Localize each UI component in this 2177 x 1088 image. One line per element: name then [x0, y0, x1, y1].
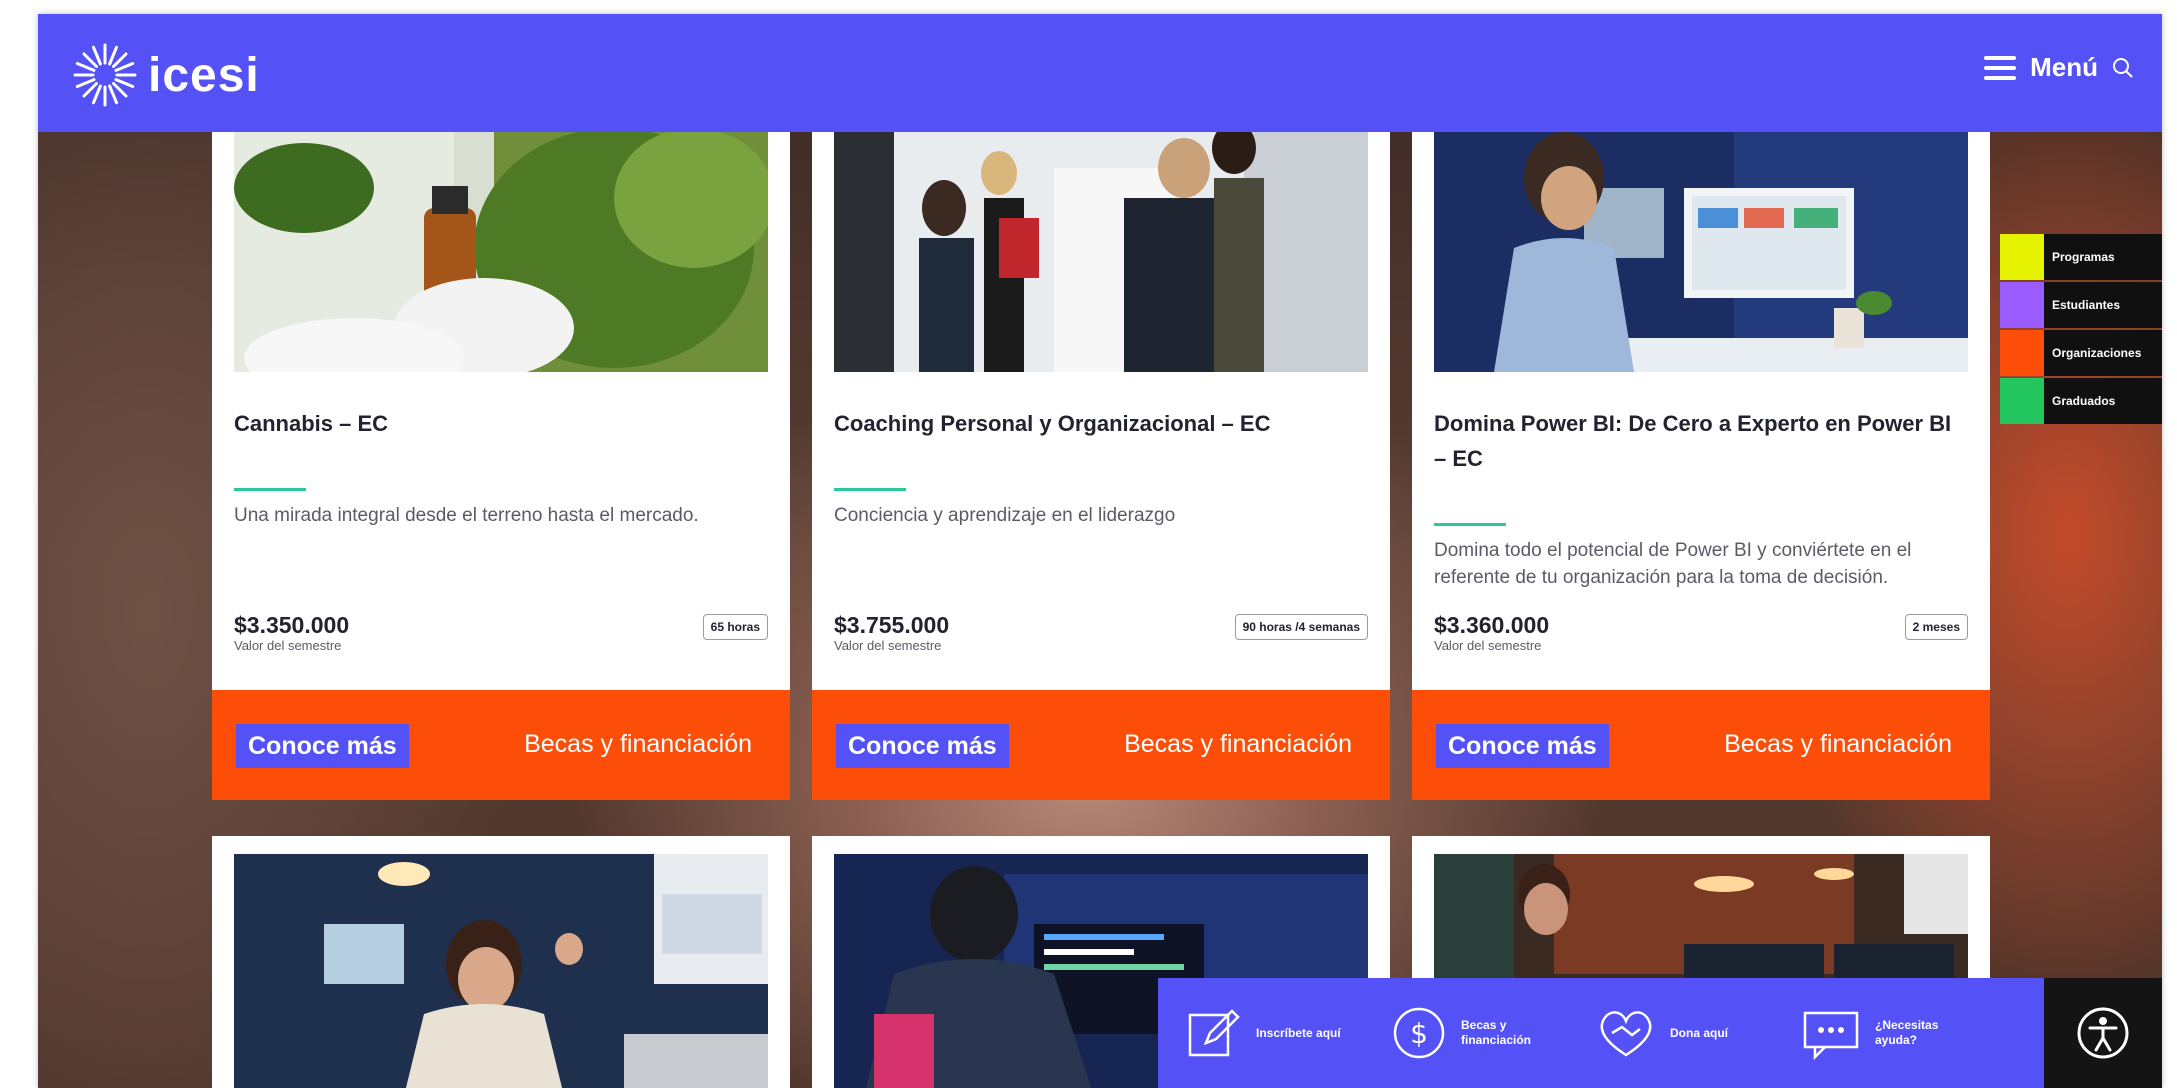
- bottom-bar-label: Dona aquí: [1670, 1025, 1729, 1040]
- logo-text: icesi: [148, 48, 260, 102]
- card-footer: Conoce más Becas y financiación: [212, 690, 790, 800]
- site-header: icesi Menú: [38, 14, 2162, 132]
- card-footer: Conoce más Becas y financiación: [1412, 690, 1990, 800]
- duration-badge: 90 horas /4 semanas: [1234, 614, 1368, 640]
- price-label: Valor del semestre: [834, 638, 942, 653]
- course-image-celebration: [234, 854, 768, 1088]
- title-divider: [834, 488, 906, 491]
- inscribete-button[interactable]: Inscríbete aquí: [1158, 1005, 1363, 1061]
- becas-link[interactable]: Becas y financiación: [1724, 730, 1952, 759]
- course-price: $3.360.000: [1434, 612, 1550, 638]
- course-title: Cannabis – EC: [234, 411, 389, 436]
- sunburst-logo-icon: [73, 43, 137, 107]
- tab-swatch: [2000, 378, 2044, 424]
- side-tab-estudiantes[interactable]: Estudiantes: [2000, 282, 2162, 328]
- bottom-bar-label: Inscríbete aquí: [1256, 1025, 1341, 1040]
- card-footer: Conoce más Becas y financiación: [812, 690, 1390, 800]
- course-image-powerbi: [1434, 128, 1968, 372]
- dollar-icon: $: [1393, 1007, 1445, 1059]
- menu-label[interactable]: Menú: [2030, 52, 2098, 83]
- course-price: $3.755.000: [834, 612, 950, 638]
- side-tab-label: Organizaciones: [2044, 330, 2162, 376]
- course-description: Conciencia y aprendizaje en el liderazgo: [834, 505, 1176, 526]
- course-description: Una mirada integral desde el terreno has…: [234, 505, 699, 526]
- price-label: Valor del semestre: [234, 638, 342, 653]
- side-tab-graduados[interactable]: Graduados: [2000, 378, 2162, 424]
- accessibility-button[interactable]: [2044, 978, 2162, 1088]
- ayuda-button[interactable]: ¿Necesitas ayuda?: [1773, 1005, 1978, 1061]
- edit-icon: [1188, 1009, 1240, 1057]
- svg-text:$: $: [1410, 1017, 1428, 1050]
- tab-swatch: [2000, 330, 2044, 376]
- chat-icon: [1803, 1011, 1859, 1061]
- side-tab-label: Programas: [2044, 234, 2162, 280]
- hamburger-icon[interactable]: [1984, 55, 2017, 80]
- logo[interactable]: icesi: [72, 42, 260, 108]
- conoce-mas-button[interactable]: Conoce más: [1436, 724, 1609, 768]
- course-card-partial: [212, 836, 790, 1088]
- bottom-bar-label: Becas y financiación: [1461, 1018, 1532, 1047]
- side-tab-label: Estudiantes: [2044, 282, 2162, 328]
- accessibility-icon: [2077, 1007, 2129, 1059]
- side-tab-organizaciones[interactable]: Organizaciones: [2000, 330, 2162, 376]
- page-frame: icesi Menú Cannabis – EC Una mirada inte…: [38, 14, 2162, 1088]
- conoce-mas-button[interactable]: Conoce más: [236, 724, 409, 768]
- dona-button[interactable]: Dona aquí: [1568, 1005, 1773, 1061]
- course-description: Domina todo el potencial de Power BI y c…: [1434, 540, 1912, 588]
- course-card: Coaching Personal y Organizacional – EC …: [812, 120, 1390, 800]
- price-label: Valor del semestre: [1434, 638, 1542, 653]
- becas-link[interactable]: Becas y financiación: [524, 730, 752, 759]
- course-title: Coaching Personal y Organizacional – EC: [834, 411, 1271, 436]
- handshake-heart-icon: [1600, 1011, 1652, 1057]
- side-tab-programas[interactable]: Programas: [2000, 234, 2162, 280]
- tab-swatch: [2000, 282, 2044, 328]
- side-tab-label: Graduados: [2044, 378, 2162, 424]
- title-divider: [1434, 523, 1506, 526]
- menu-area: Menú: [1984, 52, 2134, 83]
- becas-link[interactable]: Becas y financiación: [1124, 730, 1352, 759]
- becas-financiacion-button[interactable]: $ Becas y financiación: [1363, 1005, 1568, 1061]
- duration-badge: 2 meses: [1904, 614, 1968, 640]
- tab-swatch: [2000, 234, 2044, 280]
- search-icon[interactable]: [2112, 57, 2134, 79]
- course-image-coaching: [834, 128, 1368, 372]
- conoce-mas-button[interactable]: Conoce más: [836, 724, 1009, 768]
- course-image-cannabis: [234, 128, 768, 372]
- course-card: Cannabis – EC Una mirada integral desde …: [212, 120, 790, 800]
- course-title: Domina Power BI: De Cero a Experto en Po…: [1434, 411, 1952, 471]
- bottom-action-bar: Inscríbete aquí $ Becas y financiación D…: [1158, 978, 2044, 1088]
- bottom-bar-label: ¿Necesitas ayuda?: [1875, 1018, 1939, 1047]
- side-tabs: Programas Estudiantes Organizaciones Gra…: [2000, 234, 2162, 426]
- course-price: $3.350.000: [234, 612, 350, 638]
- duration-badge: 65 horas: [702, 614, 768, 640]
- course-card: Domina Power BI: De Cero a Experto en Po…: [1412, 120, 1990, 800]
- title-divider: [234, 488, 306, 491]
